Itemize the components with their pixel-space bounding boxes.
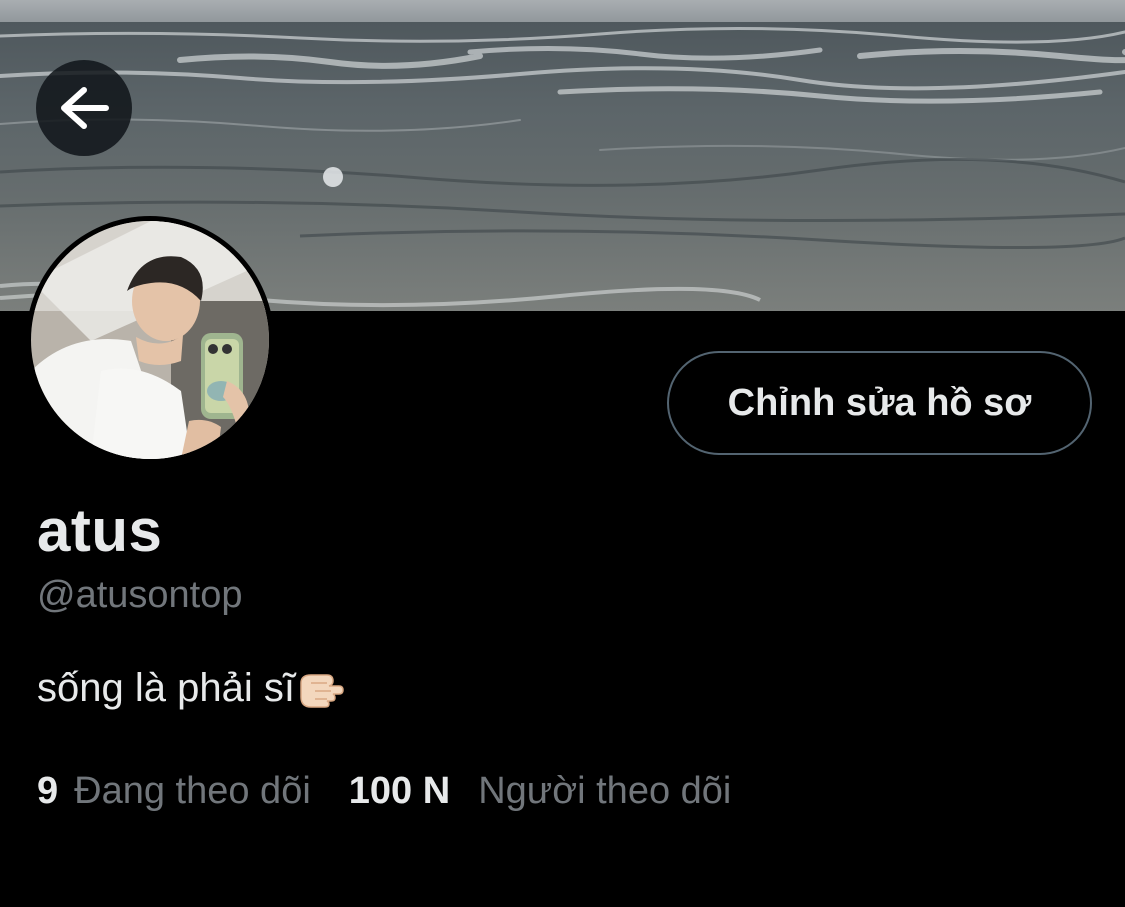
followers-label: Người theo dõi — [478, 770, 732, 812]
followers-link[interactable]: 100 N Người theo dõi — [349, 770, 732, 813]
bio-text: sống là phải sĩ — [37, 666, 295, 710]
profile-avatar[interactable] — [26, 216, 274, 464]
back-button[interactable] — [36, 60, 132, 156]
user-handle: @atusontop — [37, 574, 243, 616]
following-label: Đang theo dõi — [74, 770, 311, 812]
pointing-hand-emoji-icon — [297, 669, 345, 709]
followers-count: 100 N — [348, 770, 451, 812]
following-link[interactable]: 9 Đang theo dõi — [37, 770, 311, 813]
avatar-photo — [31, 221, 269, 459]
edit-profile-button[interactable]: Chỉnh sửa hồ sơ — [667, 351, 1092, 455]
arrow-left-icon — [61, 87, 109, 129]
display-name: atus — [37, 497, 163, 564]
follow-stats: 9 Đang theo dõi 100 N Người theo dõi — [37, 770, 731, 813]
following-count: 9 — [37, 770, 59, 812]
profile-bio: sống là phải sĩ — [37, 666, 345, 711]
